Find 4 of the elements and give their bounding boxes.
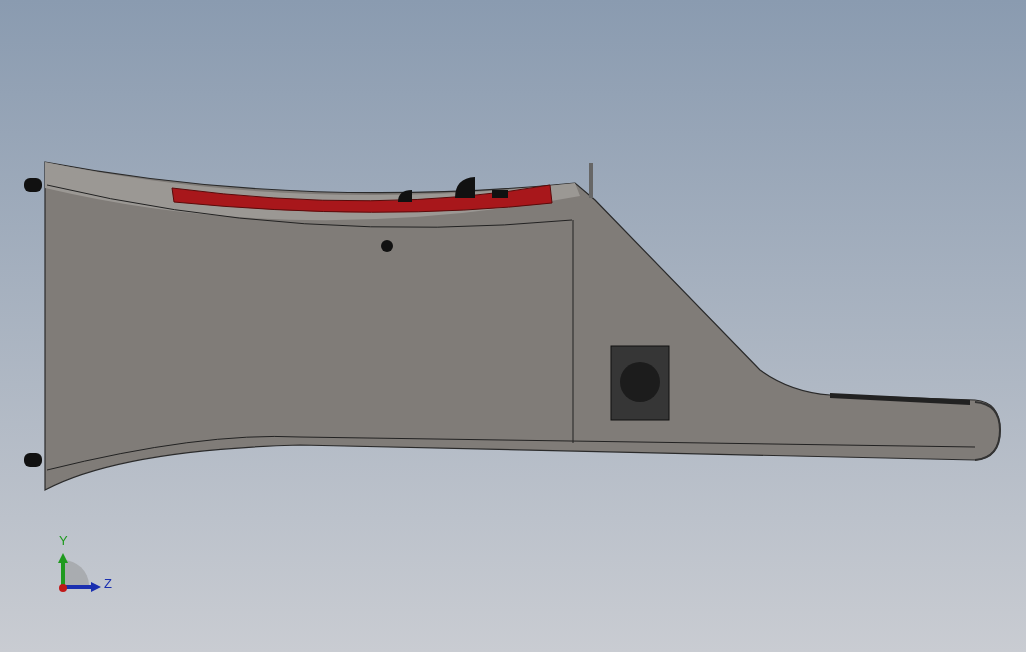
quadrant-icon xyxy=(63,560,89,585)
origin-icon xyxy=(59,584,67,592)
axis-label: Y xyxy=(59,533,68,548)
axis-label: Z xyxy=(104,576,112,591)
